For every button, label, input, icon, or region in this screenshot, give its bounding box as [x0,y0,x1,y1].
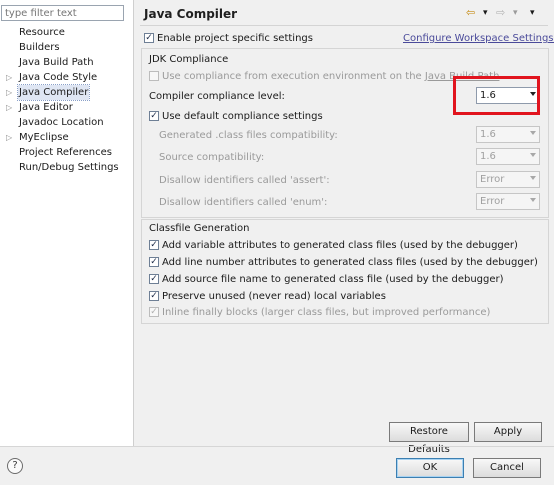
page-navigation: ⇦ ▾ ⇨ ▾ ▾ [466,6,546,20]
source-compat-select[interactable]: 1.6 [476,148,540,165]
tree-item-label: Resource [19,27,65,38]
generated-class-compat-select[interactable]: 1.6 [476,126,540,143]
tree-item-label: Javadoc Location [19,117,104,128]
use-default-compliance-label: Use default compliance settings [162,111,323,122]
tree-item-builders[interactable]: Builders [0,40,133,55]
help-icon[interactable]: ? [7,458,23,474]
view-menu-icon[interactable]: ▾ [530,6,535,20]
disallow-enum-value: Error [480,196,505,207]
preserve-unused-variables-label: Preserve unused (never read) local varia… [162,291,386,302]
enable-project-settings-label: Enable project specific settings [157,33,313,44]
source-compat-value: 1.6 [480,151,496,162]
restore-defaults-button[interactable]: Restore Defaults [389,422,469,455]
add-line-number-label: Add line number attributes to generated … [162,257,538,268]
disallow-enum-label: Disallow identifiers called 'enum': [159,197,328,208]
tree-item-javadoc-location[interactable]: Javadoc Location [0,115,133,130]
filter-input[interactable] [1,5,124,21]
back-history-dropdown-icon[interactable]: ▾ [483,6,488,20]
disallow-enum-select[interactable]: Error [476,193,540,210]
expand-arrow-icon[interactable]: ▷ [6,70,14,85]
inline-finally-blocks-label: Inline finally blocks (larger class file… [162,307,491,318]
inline-finally-blocks-checkbox[interactable]: ✓ [149,307,159,317]
dropdown-arrow-icon [530,198,536,202]
tree-item-run-debug-settings[interactable]: Run/Debug Settings [0,160,133,175]
generated-class-compat-label: Generated .class files compatibility: [159,130,338,141]
dropdown-arrow-icon [530,131,536,135]
tree-item-resource[interactable]: Resource [0,25,133,40]
tree-item-label: Project References [19,147,112,158]
add-source-file-name-label: Add source file name to generated class … [162,274,504,285]
tree-item-label: Java Build Path [19,57,94,68]
configure-workspace-settings-link[interactable]: Configure Workspace Settings... [403,32,554,45]
use-env-compliance-checkbox[interactable] [149,71,159,81]
tree-item-label: Java Compiler [16,84,91,101]
dropdown-arrow-icon [530,153,536,157]
disallow-assert-select[interactable]: Error [476,171,540,188]
source-compat-label: Source compatibility: [159,152,265,163]
jdk-compliance-title: JDK Compliance [149,54,229,65]
classfile-generation-title: Classfile Generation [149,223,250,234]
preference-page: Java Compiler ⇦ ▾ ⇨ ▾ ▾ ✓ Enable project… [134,0,554,455]
tree-item-java-code-style[interactable]: ▷ Java Code Style [0,70,133,85]
highlight-annotation [453,76,540,115]
add-source-file-name-checkbox[interactable]: ✓ [149,274,159,284]
use-default-compliance-checkbox[interactable]: ✓ [149,111,159,121]
enable-project-settings-checkbox[interactable]: ✓ [144,33,154,43]
compliance-level-label: Compiler compliance level: [149,91,285,102]
tree-item-java-compiler[interactable]: ▷ Java Compiler [0,84,133,101]
add-variable-attributes-checkbox[interactable]: ✓ [149,240,159,250]
preference-tree: Resource Builders Java Build Path ▷ Java … [0,25,133,175]
tree-item-label: Java Code Style [19,72,98,83]
use-env-compliance-text: Use compliance from execution environmen… [162,71,425,82]
disallow-assert-label: Disallow identifiers called 'assert': [159,175,330,186]
disallow-assert-value: Error [480,174,505,185]
generated-class-compat-value: 1.6 [480,129,496,140]
tree-item-label: Builders [19,42,60,53]
expand-arrow-icon[interactable]: ▷ [6,130,14,145]
preference-tree-pane: Resource Builders Java Build Path ▷Java … [0,0,134,446]
forward-arrow-icon[interactable]: ⇨ [496,6,505,20]
tree-item-project-references[interactable]: Project References [0,145,133,160]
forward-history-dropdown-icon[interactable]: ▾ [513,6,518,20]
expand-arrow-icon[interactable]: ▷ [6,100,14,115]
tree-item-label: Run/Debug Settings [19,162,119,173]
tree-item-label: Java Editor [19,102,73,113]
apply-button[interactable]: Apply [474,422,542,442]
add-line-number-checkbox[interactable]: ✓ [149,257,159,267]
footer-separator [0,446,554,447]
tree-item-label: MyEclipse [19,132,69,143]
dropdown-arrow-icon [530,176,536,180]
cancel-button[interactable]: Cancel [473,458,541,478]
add-variable-attributes-label: Add variable attributes to generated cla… [162,240,518,251]
tree-item-java-build-path[interactable]: Java Build Path [0,55,133,70]
back-arrow-icon[interactable]: ⇦ [466,6,475,20]
ok-button[interactable]: OK [396,458,464,478]
expand-arrow-icon[interactable]: ▷ [6,85,14,100]
tree-item-myeclipse[interactable]: ▷ MyEclipse [0,130,133,145]
title-separator [140,25,548,26]
preserve-unused-variables-checkbox[interactable]: ✓ [149,291,159,301]
use-env-compliance-label: Use compliance from execution environmen… [162,70,499,83]
page-title: Java Compiler [144,7,238,21]
tree-item-java-editor[interactable]: ▷ Java Editor [0,100,133,115]
